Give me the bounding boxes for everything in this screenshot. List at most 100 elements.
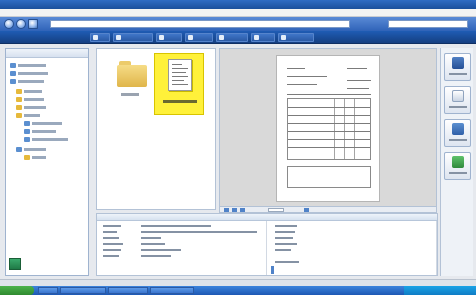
scan-icon [452, 57, 464, 69]
toolbar-button-7[interactable] [278, 33, 314, 42]
tree-item-label [32, 138, 68, 141]
page-text-line [287, 84, 317, 85]
tree-folder-icon [16, 97, 22, 102]
tree-item-label [18, 72, 48, 75]
toolbar-icon [93, 35, 98, 40]
property-name [103, 231, 117, 233]
note-line [275, 237, 293, 239]
file-list-pane[interactable] [96, 48, 216, 210]
library-icon[interactable] [9, 258, 21, 270]
action-label [449, 139, 467, 141]
tree-item-label [24, 148, 46, 151]
address-bar [0, 17, 476, 31]
table-row-rule [288, 123, 370, 124]
property-name [103, 255, 119, 257]
toolbar-button-2[interactable] [113, 33, 153, 42]
folder-tree-panel[interactable] [5, 48, 89, 276]
table-row-rule [288, 107, 370, 108]
tree-folder-icon [16, 113, 22, 118]
tree-item-label [24, 114, 40, 117]
table-column-rule [334, 99, 335, 159]
tree-item-label [32, 130, 56, 133]
toolbar-button-6[interactable] [251, 33, 275, 42]
tree-item-label [24, 90, 42, 93]
edit-icon [452, 90, 464, 102]
tree-folder-icon [16, 147, 22, 152]
share-icon [452, 123, 464, 135]
page-table [287, 98, 371, 160]
toolbar-icon [116, 35, 121, 40]
details-properties-column [97, 221, 267, 275]
tree-folder-icon [24, 121, 30, 126]
zoom-button[interactable] [304, 208, 309, 212]
taskbar-item[interactable] [150, 287, 194, 294]
tree-item-label [18, 80, 44, 83]
document-item-selected[interactable] [154, 53, 204, 115]
next-page-button[interactable] [240, 208, 245, 212]
tree-folder-icon [24, 155, 30, 160]
action-label [449, 106, 467, 108]
taskbar [0, 286, 476, 295]
tree-item-label [18, 64, 46, 67]
tree-folder-icon [16, 105, 22, 110]
tree-folder-icon [24, 129, 30, 134]
tree-folder-icon [16, 89, 22, 94]
window-titlebar [0, 0, 476, 9]
toolbar-button-4[interactable] [185, 33, 213, 42]
previous-page-button[interactable] [232, 208, 237, 212]
note-line [275, 243, 297, 245]
back-button[interactable] [4, 19, 14, 29]
preview-navigation-bar [219, 206, 437, 213]
toolbar [0, 31, 476, 44]
forward-button[interactable] [16, 19, 26, 29]
page-text-line [347, 88, 369, 89]
taskbar-item[interactable] [60, 287, 106, 294]
property-value [141, 255, 171, 257]
tree-folder-icon [10, 71, 16, 76]
folder-icon [117, 65, 147, 87]
details-scrollbar-thumb[interactable] [271, 266, 274, 274]
action-button-2[interactable] [444, 86, 471, 114]
page-text-line [287, 68, 305, 69]
folder-item[interactable] [117, 61, 147, 87]
page-text-line [287, 94, 371, 95]
search-field[interactable] [388, 20, 468, 28]
page-text-line [287, 76, 327, 77]
document-line [172, 76, 188, 77]
table-row-rule [288, 115, 370, 116]
up-folder-button[interactable] [28, 19, 38, 29]
details-notes-column [269, 221, 437, 275]
system-tray [404, 286, 476, 295]
toolbar-icon [281, 35, 286, 40]
toolbar-button-3[interactable] [156, 33, 182, 42]
page-text-line [347, 80, 371, 81]
page-number-field[interactable] [268, 208, 284, 212]
document-line [172, 68, 188, 69]
taskbar-item[interactable] [38, 287, 58, 294]
property-value [141, 225, 211, 227]
taskbar-item[interactable] [108, 287, 148, 294]
address-field[interactable] [50, 20, 350, 28]
action-button-3[interactable] [444, 119, 471, 147]
property-value [141, 237, 161, 239]
table-column-rule [344, 99, 345, 159]
first-page-button[interactable] [224, 208, 229, 212]
note-line [275, 231, 295, 233]
export-icon [452, 156, 464, 168]
document-preview-pane[interactable] [219, 48, 437, 208]
start-button[interactable] [0, 286, 34, 295]
document-icon [168, 59, 192, 91]
note-line [275, 249, 291, 251]
property-value [141, 243, 165, 245]
table-row-rule [288, 131, 370, 132]
note-line [275, 225, 297, 227]
property-value [141, 249, 181, 251]
action-button-1[interactable] [444, 53, 471, 81]
property-value [141, 231, 257, 233]
toolbar-button-1[interactable] [90, 33, 110, 42]
file-details-pane [96, 213, 438, 276]
toolbar-button-5[interactable] [216, 33, 248, 42]
toolbar-icon [188, 35, 193, 40]
action-button-4[interactable] [444, 152, 471, 180]
toolbar-icon [254, 35, 259, 40]
